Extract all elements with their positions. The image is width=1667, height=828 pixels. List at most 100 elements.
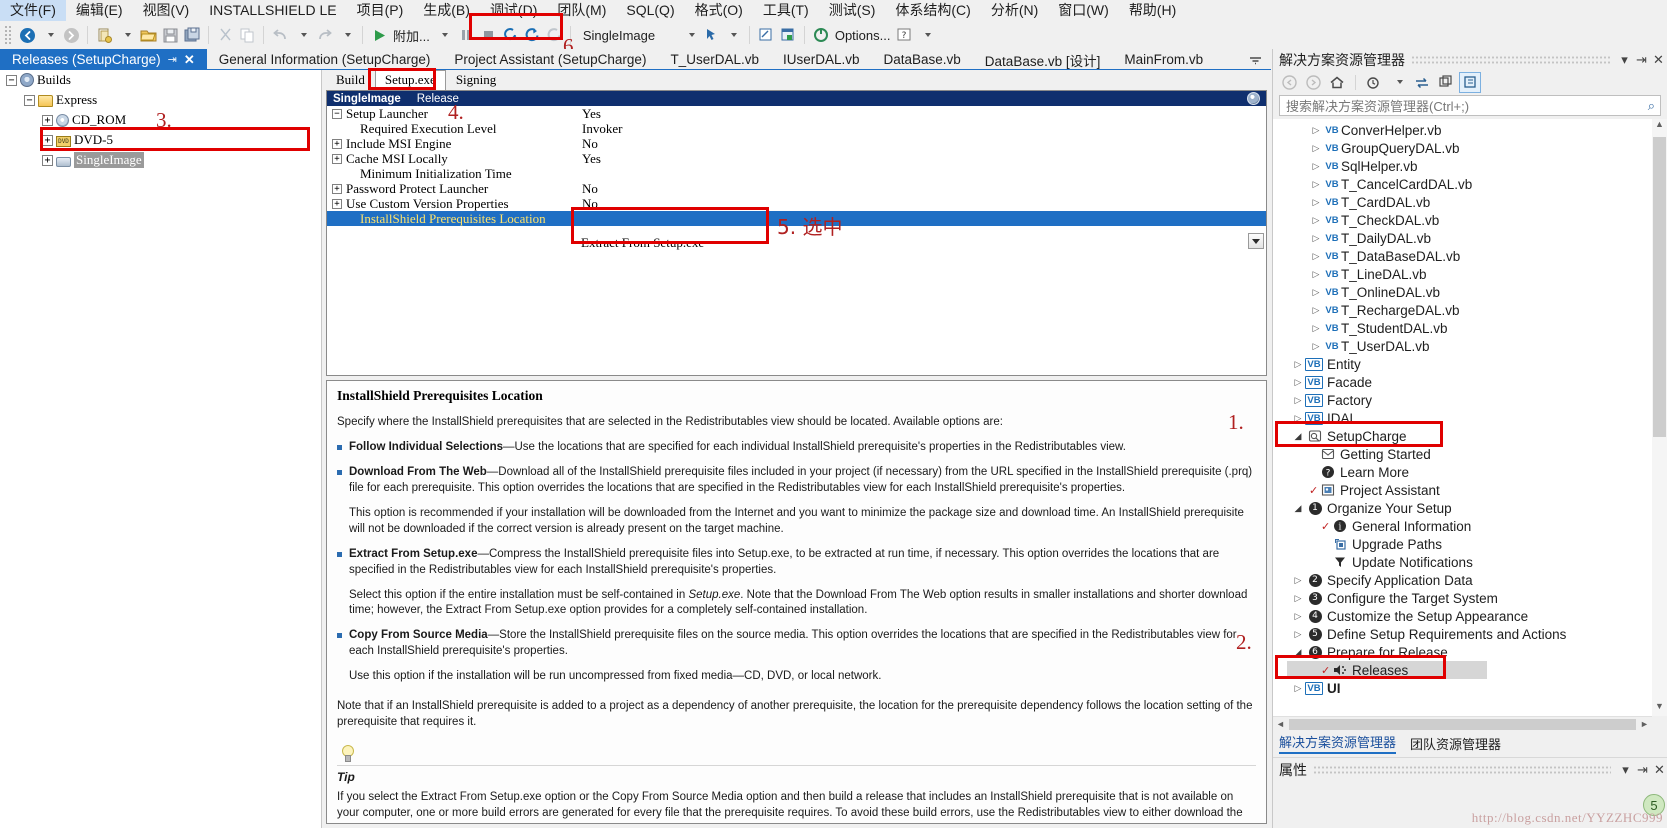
menu-item-test[interactable]: 测试(S) [819, 0, 886, 21]
tab-list-dropdown[interactable] [1246, 52, 1264, 68]
tree-item-project-assistant[interactable]: ✓ Project Assistant [1273, 481, 1652, 499]
options-icon[interactable] [810, 24, 832, 46]
menu-item-window[interactable]: 窗口(W) [1048, 0, 1119, 21]
tree-item-sqlhelper-vb[interactable]: ▷ VB SqlHelper.vb [1273, 157, 1652, 175]
navigate-back-dropdown[interactable] [38, 24, 60, 46]
tree-item-t-userdal-vb[interactable]: ▷ VB T_UserDAL.vb [1273, 337, 1652, 355]
tree-node-express[interactable]: − Express [0, 90, 321, 110]
navigate-back-button[interactable] [16, 24, 38, 46]
pointer-icon[interactable] [700, 24, 722, 46]
tree-item-organize-your-setup[interactable]: ◢ 1 Organize Your Setup [1273, 499, 1652, 517]
tree-item-general-information[interactable]: ✓ i General Information [1273, 517, 1652, 535]
property-row-use-custom-version-properties[interactable]: + Use Custom Version Properties No [327, 196, 1266, 211]
tree-item-converhelper-vb[interactable]: ▷ VB ConverHelper.vb [1273, 121, 1652, 139]
tree-item-t-onlinedal-vb[interactable]: ▷ VB T_OnlineDAL.vb [1273, 283, 1652, 301]
options-label[interactable]: Options... [832, 28, 894, 43]
tree-item-prepare-for-release[interactable]: ◢ 6 Prepare for Release [1273, 643, 1652, 661]
chevron-down-icon[interactable]: ◢ [1291, 503, 1305, 514]
properties-window-icon[interactable] [1459, 71, 1481, 93]
scroll-down-arrow-icon[interactable]: ▼ [1652, 701, 1667, 716]
doc-window-icon[interactable] [777, 24, 799, 46]
property-row-cache-msi-locally[interactable]: + Cache MSI Locally Yes [327, 151, 1266, 166]
chevron-right-icon[interactable]: ▷ [1291, 359, 1305, 370]
menu-item-project[interactable]: 项目(P) [347, 0, 414, 21]
tree-node-dvd-5[interactable]: + DVD DVD-5 [0, 130, 321, 150]
tree-item-idal[interactable]: ▷ VB IDAL [1273, 409, 1652, 427]
doc-tab-mainfrom[interactable]: MainFrom.vb [1112, 49, 1215, 70]
properties-pin-button[interactable]: ⇥ [1634, 761, 1651, 778]
chevron-right-icon[interactable]: ▷ [1291, 629, 1305, 640]
tree-item-t-checkdal-vb[interactable]: ▷ VB T_CheckDAL.vb [1273, 211, 1652, 229]
tree-item-customize-the-setup-appearance[interactable]: ▷ 4 Customize the Setup Appearance [1273, 607, 1652, 625]
property-value-dropdown-button[interactable] [1248, 233, 1264, 249]
panel-dropdown-button[interactable]: ▾ [1616, 51, 1633, 68]
sync-icon[interactable] [1411, 72, 1433, 93]
attach-label[interactable]: 附加... [390, 26, 433, 45]
undo-icon[interactable] [269, 24, 291, 46]
menu-item-team[interactable]: 团队(M) [547, 0, 616, 21]
attach-dropdown[interactable] [433, 24, 455, 46]
property-value-editor[interactable]: Extract From Setup.exe [577, 235, 773, 250]
chevron-right-icon[interactable]: ▷ [1291, 611, 1305, 622]
property-value[interactable]: Yes [578, 106, 601, 122]
forward-arrow-icon[interactable] [1302, 72, 1324, 93]
chevron-down-icon[interactable]: ◢ [1291, 431, 1305, 442]
tree-node-singleimage[interactable]: + SingleImage [0, 150, 321, 170]
solution-explorer-vertical-scrollbar[interactable]: ▲ ▼ [1652, 119, 1667, 716]
menu-item-analyze[interactable]: 分析(N) [981, 0, 1048, 21]
preview-icon[interactable] [755, 24, 777, 46]
property-row-minimum-initialization-time[interactable]: Minimum Initialization Time [327, 166, 1266, 181]
help-dropdown[interactable] [915, 24, 937, 46]
new-project-dropdown[interactable] [115, 24, 137, 46]
pending-changes-icon[interactable] [1363, 72, 1385, 93]
chevron-right-icon[interactable]: ▷ [1309, 161, 1323, 172]
home-icon[interactable] [1326, 72, 1348, 93]
doc-tab-iuserdal[interactable]: IUserDAL.vb [771, 49, 872, 70]
search-icon[interactable]: ⌕ [1648, 98, 1655, 114]
expander-icon[interactable]: + [332, 183, 342, 194]
menu-item-view[interactable]: 视图(V) [133, 0, 200, 21]
menu-item-edit[interactable]: 编辑(E) [66, 0, 133, 21]
property-row-include-msi-engine[interactable]: + Include MSI Engine No [327, 136, 1266, 151]
scroll-left-arrow-icon[interactable]: ◄ [1273, 719, 1288, 729]
chevron-down-icon[interactable]: ◢ [1291, 647, 1305, 658]
expander-icon[interactable]: + [42, 134, 53, 146]
scroll-up-arrow-icon[interactable]: ▲ [1652, 119, 1667, 134]
property-value[interactable]: Yes [578, 151, 601, 167]
chevron-right-icon[interactable]: ▷ [1309, 215, 1323, 226]
property-value[interactable]: No [578, 196, 598, 212]
pin-icon[interactable]: ⇥ [168, 53, 177, 66]
expander-icon[interactable]: − [6, 74, 17, 86]
tab-build[interactable]: Build [326, 70, 375, 91]
chevron-right-icon[interactable]: ▷ [1291, 413, 1305, 424]
step-out-icon[interactable] [543, 24, 565, 46]
doc-tab-t-userdal[interactable]: T_UserDAL.vb [658, 49, 771, 70]
expander-icon[interactable]: + [42, 154, 53, 166]
chevron-right-icon[interactable]: ▷ [1309, 323, 1323, 334]
tree-item-t-rechargedal-vb[interactable]: ▷ VB T_RechargeDAL.vb [1273, 301, 1652, 319]
menu-item-build[interactable]: 生成(B) [413, 0, 480, 21]
save-button[interactable] [159, 24, 181, 46]
menu-item-installshield[interactable]: INSTALLSHIELD LE [199, 0, 346, 21]
redo-icon[interactable] [313, 24, 335, 46]
menu-item-sql[interactable]: SQL(Q) [616, 0, 684, 21]
save-all-button[interactable] [181, 24, 203, 46]
tree-item-t-dailydal-vb[interactable]: ▷ VB T_DailyDAL.vb [1273, 229, 1652, 247]
step-over-icon[interactable] [521, 24, 543, 46]
chevron-right-icon[interactable]: ▷ [1291, 377, 1305, 388]
chevron-right-icon[interactable]: ▷ [1309, 287, 1323, 298]
scroll-right-arrow-icon[interactable]: ► [1637, 719, 1652, 729]
tree-node-builds[interactable]: − Builds [0, 70, 321, 90]
tree-item-t-studentdal-vb[interactable]: ▷ VB T_StudentDAL.vb [1273, 319, 1652, 337]
tree-item-groupquerydal-vb[interactable]: ▷ VB GroupQueryDAL.vb [1273, 139, 1652, 157]
navigate-forward-button[interactable] [60, 24, 82, 46]
tree-item-setupcharge[interactable]: ◢ SetupCharge [1273, 427, 1652, 445]
menu-item-format[interactable]: 格式(O) [685, 0, 753, 21]
new-window-icon[interactable] [1435, 72, 1457, 93]
tab-setup-exe[interactable]: Setup.exe [374, 70, 446, 91]
new-project-button[interactable] [93, 24, 115, 46]
panel-pin-button[interactable]: ⇥ [1633, 51, 1650, 68]
tree-item-t-carddal-vb[interactable]: ▷ VB T_CardDAL.vb [1273, 193, 1652, 211]
property-row-password-protect-launcher[interactable]: + Password Protect Launcher No [327, 181, 1266, 196]
tree-item-configure-the-target-system[interactable]: ▷ 3 Configure the Target System [1273, 589, 1652, 607]
